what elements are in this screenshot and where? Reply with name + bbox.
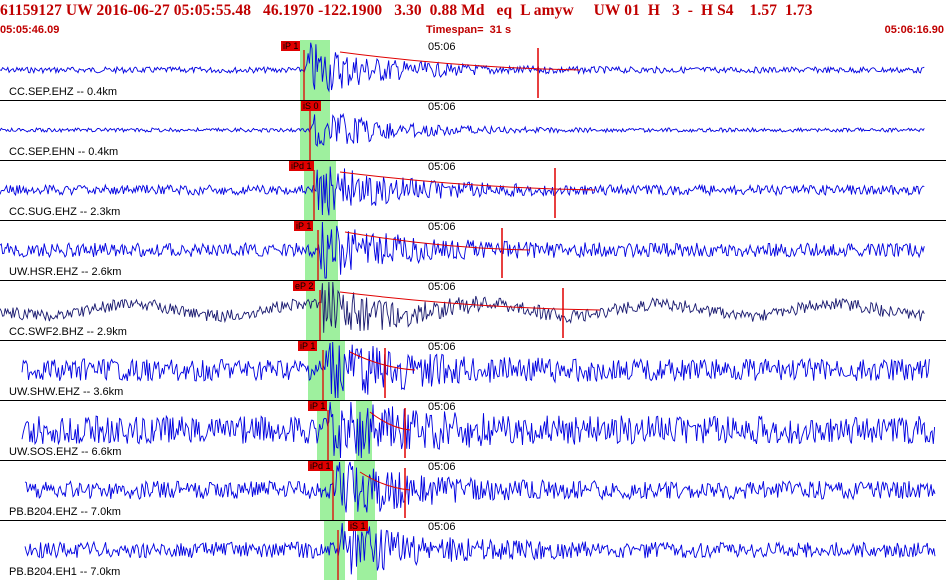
time-mark-label: 05:06 [428,221,456,233]
time-mark-label: 05:06 [428,161,456,173]
waveform-trace [0,166,925,216]
channel-label: UW.HSR.EHZ -- 2.6km [9,266,122,278]
channel-label: CC.SEP.EHN -- 0.4km [9,146,119,158]
phase-pick-flag[interactable]: iPd 1 [289,161,314,171]
waveform-trace [21,401,936,459]
coda-duration-line [339,171,596,191]
channel-label: PB.B204.EHZ -- 7.0km [9,506,121,518]
time-mark-label: 05:06 [428,281,456,293]
channel-label: CC.SEP.EHZ -- 0.4km [9,86,117,98]
phase-pick-flag[interactable]: iPd 1 [308,461,333,471]
header-bar: 61159127 UW 2016-06-27 05:05:55.48 46.19… [0,0,946,40]
event-summary-title: 61159127 UW 2016-06-27 05:05:55.48 46.19… [0,2,813,19]
phase-pick-flag[interactable]: eP 2 [293,281,316,291]
phase-pick-flag[interactable]: iP 1 [298,341,318,351]
waveform-trace [24,461,936,513]
waveform-trace [0,42,925,93]
channel-label: CC.SUG.EHZ -- 2.3km [9,206,121,218]
waveform-canvas[interactable] [0,40,946,580]
waveform-trace [24,523,936,575]
waveform-trace [0,112,925,148]
time-mark-label: 05:06 [428,41,456,53]
phase-pick-flag[interactable]: iP 1 [294,221,314,231]
timespan-label: Timespan= 31 s [426,24,512,36]
time-mark-label: 05:06 [428,461,456,473]
phase-pick-flag[interactable]: iS 0 [301,101,321,111]
waveform-trace [0,281,925,333]
waveform-trace [0,221,925,279]
start-time-label: 05:05:46.09 [0,24,60,36]
channel-label: UW.SHW.EHZ -- 3.6km [9,386,124,398]
time-mark-label: 05:06 [428,401,456,413]
end-time-label: 05:06:16.90 [884,24,944,36]
phase-pick-flag[interactable]: iS 1 [348,521,368,531]
channel-label: CC.SWF2.BHZ -- 2.9km [9,326,127,338]
seismogram-panel[interactable]: iP 1 05:06 CC.SEP.EHZ -- 0.4km iS 0 05:06 CC.… [0,40,946,580]
waveform-trace [21,341,930,399]
channel-label: UW.SOS.EHZ -- 6.6km [9,446,122,458]
time-mark-label: 05:06 [428,521,456,533]
phase-pick-flag[interactable]: iP 1 [281,41,301,51]
phase-pick-flag[interactable]: iP 1 [308,401,328,411]
channel-label: PB.B204.EH1 -- 7.0km [9,566,121,578]
time-mark-label: 05:06 [428,341,456,353]
time-mark-label: 05:06 [428,101,456,113]
